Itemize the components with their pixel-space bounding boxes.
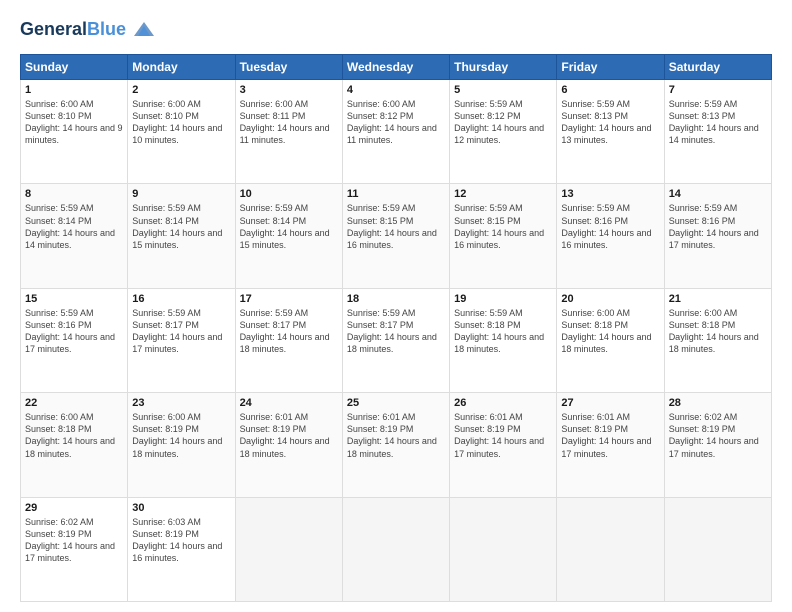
- calendar-week-4: 29Sunrise: 6:02 AMSunset: 8:19 PMDayligh…: [21, 497, 772, 601]
- calendar-day-19: 19Sunrise: 5:59 AMSunset: 8:18 PMDayligh…: [450, 288, 557, 392]
- weekday-header-monday: Monday: [128, 55, 235, 80]
- logo-text: GeneralBlue: [20, 20, 126, 40]
- calendar-week-0: 1Sunrise: 6:00 AMSunset: 8:10 PMDaylight…: [21, 80, 772, 184]
- calendar-day-21: 21Sunrise: 6:00 AMSunset: 8:18 PMDayligh…: [664, 288, 771, 392]
- calendar-day-23: 23Sunrise: 6:00 AMSunset: 8:19 PMDayligh…: [128, 393, 235, 497]
- calendar-day-1: 1Sunrise: 6:00 AMSunset: 8:10 PMDaylight…: [21, 80, 128, 184]
- calendar-day-3: 3Sunrise: 6:00 AMSunset: 8:11 PMDaylight…: [235, 80, 342, 184]
- calendar-day-10: 10Sunrise: 5:59 AMSunset: 8:14 PMDayligh…: [235, 184, 342, 288]
- calendar-day-empty: [450, 497, 557, 601]
- weekday-header-saturday: Saturday: [664, 55, 771, 80]
- calendar-table: SundayMondayTuesdayWednesdayThursdayFrid…: [20, 54, 772, 602]
- calendar-day-27: 27Sunrise: 6:01 AMSunset: 8:19 PMDayligh…: [557, 393, 664, 497]
- logo-icon: [130, 16, 158, 44]
- weekday-header-friday: Friday: [557, 55, 664, 80]
- calendar-day-17: 17Sunrise: 5:59 AMSunset: 8:17 PMDayligh…: [235, 288, 342, 392]
- calendar-day-11: 11Sunrise: 5:59 AMSunset: 8:15 PMDayligh…: [342, 184, 449, 288]
- calendar-day-13: 13Sunrise: 5:59 AMSunset: 8:16 PMDayligh…: [557, 184, 664, 288]
- calendar-day-empty: [664, 497, 771, 601]
- header: GeneralBlue: [20, 16, 772, 44]
- calendar-day-empty: [557, 497, 664, 601]
- weekday-header-wednesday: Wednesday: [342, 55, 449, 80]
- calendar-week-2: 15Sunrise: 5:59 AMSunset: 8:16 PMDayligh…: [21, 288, 772, 392]
- calendar-day-2: 2Sunrise: 6:00 AMSunset: 8:10 PMDaylight…: [128, 80, 235, 184]
- weekday-header-sunday: Sunday: [21, 55, 128, 80]
- calendar-day-20: 20Sunrise: 6:00 AMSunset: 8:18 PMDayligh…: [557, 288, 664, 392]
- page: GeneralBlue SundayMondayTuesdayWednesday…: [0, 0, 792, 612]
- weekday-header-thursday: Thursday: [450, 55, 557, 80]
- weekday-header-tuesday: Tuesday: [235, 55, 342, 80]
- calendar-week-3: 22Sunrise: 6:00 AMSunset: 8:18 PMDayligh…: [21, 393, 772, 497]
- calendar-day-16: 16Sunrise: 5:59 AMSunset: 8:17 PMDayligh…: [128, 288, 235, 392]
- calendar-day-18: 18Sunrise: 5:59 AMSunset: 8:17 PMDayligh…: [342, 288, 449, 392]
- calendar-day-6: 6Sunrise: 5:59 AMSunset: 8:13 PMDaylight…: [557, 80, 664, 184]
- calendar-day-7: 7Sunrise: 5:59 AMSunset: 8:13 PMDaylight…: [664, 80, 771, 184]
- calendar-day-14: 14Sunrise: 5:59 AMSunset: 8:16 PMDayligh…: [664, 184, 771, 288]
- calendar-day-empty: [235, 497, 342, 601]
- calendar-day-25: 25Sunrise: 6:01 AMSunset: 8:19 PMDayligh…: [342, 393, 449, 497]
- calendar-day-24: 24Sunrise: 6:01 AMSunset: 8:19 PMDayligh…: [235, 393, 342, 497]
- calendar-day-12: 12Sunrise: 5:59 AMSunset: 8:15 PMDayligh…: [450, 184, 557, 288]
- calendar-day-30: 30Sunrise: 6:03 AMSunset: 8:19 PMDayligh…: [128, 497, 235, 601]
- calendar-day-5: 5Sunrise: 5:59 AMSunset: 8:12 PMDaylight…: [450, 80, 557, 184]
- calendar-day-26: 26Sunrise: 6:01 AMSunset: 8:19 PMDayligh…: [450, 393, 557, 497]
- calendar-day-empty: [342, 497, 449, 601]
- calendar-day-9: 9Sunrise: 5:59 AMSunset: 8:14 PMDaylight…: [128, 184, 235, 288]
- calendar-day-22: 22Sunrise: 6:00 AMSunset: 8:18 PMDayligh…: [21, 393, 128, 497]
- calendar-week-1: 8Sunrise: 5:59 AMSunset: 8:14 PMDaylight…: [21, 184, 772, 288]
- weekday-header-row: SundayMondayTuesdayWednesdayThursdayFrid…: [21, 55, 772, 80]
- calendar-day-29: 29Sunrise: 6:02 AMSunset: 8:19 PMDayligh…: [21, 497, 128, 601]
- calendar-day-15: 15Sunrise: 5:59 AMSunset: 8:16 PMDayligh…: [21, 288, 128, 392]
- calendar-day-28: 28Sunrise: 6:02 AMSunset: 8:19 PMDayligh…: [664, 393, 771, 497]
- logo: GeneralBlue: [20, 16, 158, 44]
- calendar-day-4: 4Sunrise: 6:00 AMSunset: 8:12 PMDaylight…: [342, 80, 449, 184]
- calendar-day-8: 8Sunrise: 5:59 AMSunset: 8:14 PMDaylight…: [21, 184, 128, 288]
